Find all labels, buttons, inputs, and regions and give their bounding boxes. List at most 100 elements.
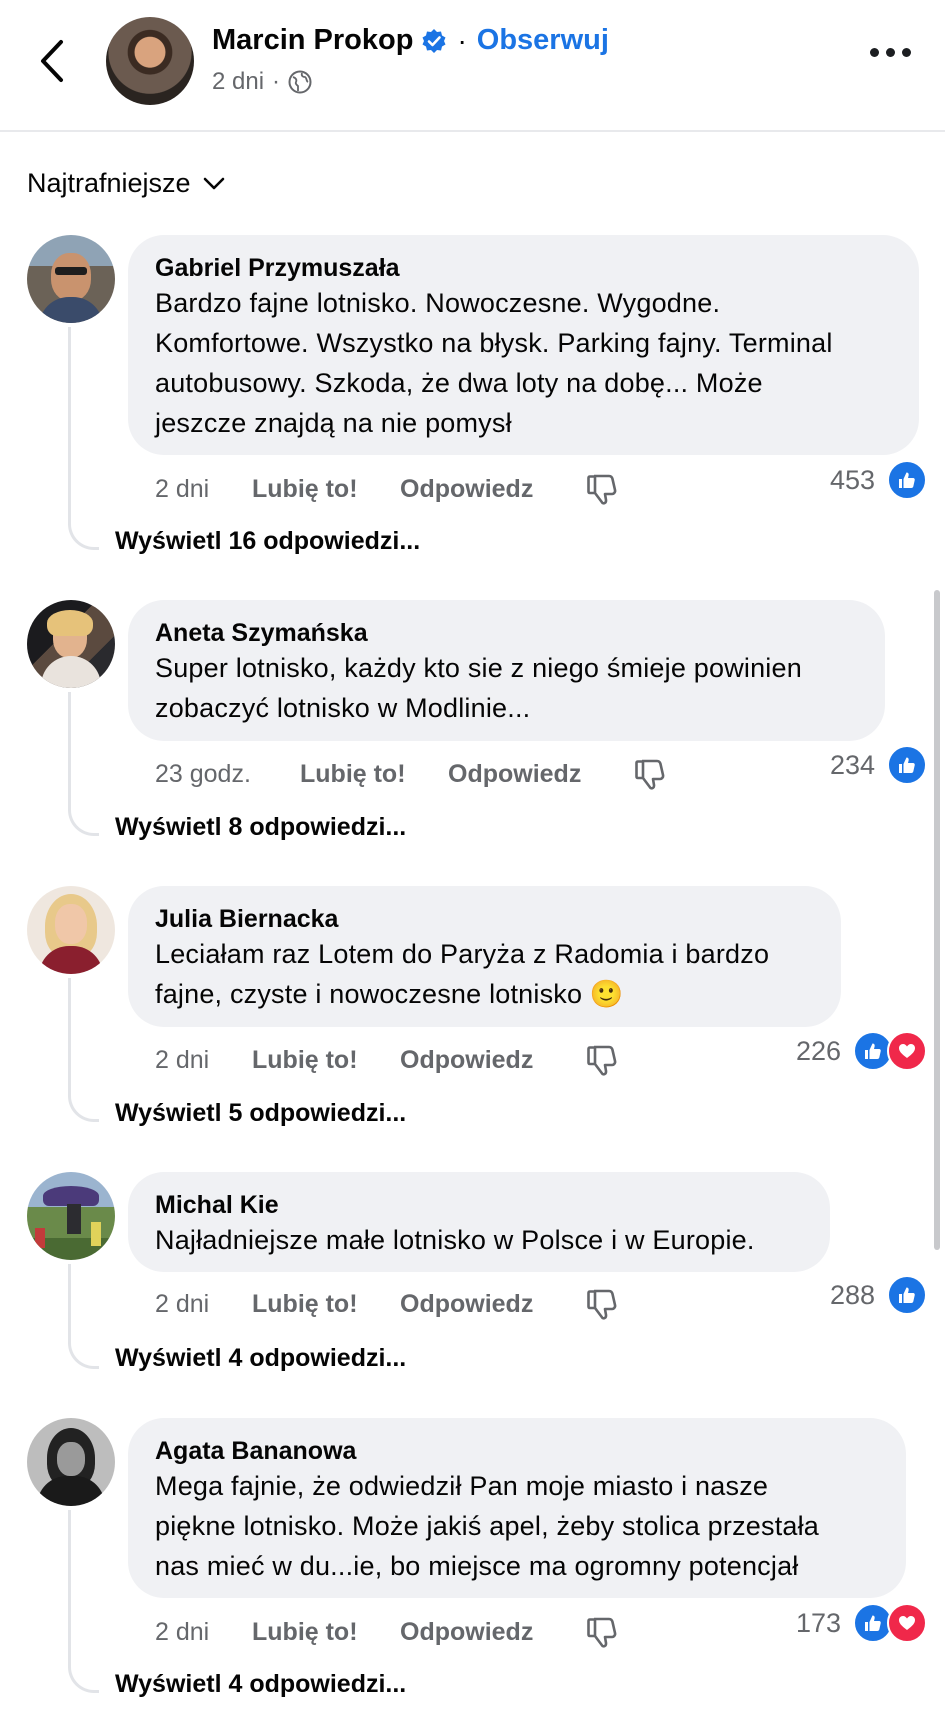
comment-bubble[interactable]: Aneta Szymańska Super lotnisko, każdy kt… xyxy=(128,600,885,741)
comment-sort-dropdown[interactable]: Najtrafniejsze xyxy=(27,168,225,199)
view-replies-link[interactable]: Wyświetl 16 odpowiedzi... xyxy=(115,527,420,556)
thread-line xyxy=(68,978,99,1122)
comment-actions: 23 godz. Lubię to! Odpowiedz xyxy=(155,757,667,791)
more-options-button[interactable] xyxy=(870,48,911,57)
like-button[interactable]: Lubię to! xyxy=(252,1618,400,1647)
verified-badge-icon xyxy=(422,28,446,53)
reply-button[interactable]: Odpowiedz xyxy=(400,1618,585,1647)
more-dot-icon xyxy=(870,48,879,57)
like-icon xyxy=(887,1275,927,1315)
header-separator: · xyxy=(457,24,467,56)
dislike-button[interactable] xyxy=(585,1287,619,1321)
meta-separator: · xyxy=(272,68,281,95)
reaction-icons xyxy=(887,460,927,500)
comment-text-line: Leciałam raz Lotem do Paryża z Radomia i… xyxy=(155,939,770,969)
reaction-icons xyxy=(853,1603,927,1643)
post-header: Marcin Prokop · Obserwuj 2 dni · xyxy=(0,0,945,132)
chevron-down-icon xyxy=(203,177,224,189)
reaction-summary[interactable]: 288 xyxy=(830,1275,927,1315)
thread-line xyxy=(68,1264,99,1369)
commenter-avatar[interactable] xyxy=(27,600,115,688)
thumbs-down-icon xyxy=(587,1617,617,1648)
like-button[interactable]: Lubię to! xyxy=(252,1290,400,1319)
dislike-button[interactable] xyxy=(585,1615,619,1649)
reaction-summary[interactable]: 226 xyxy=(796,1031,927,1071)
comment-author[interactable]: Michal Kie xyxy=(155,1190,803,1220)
dislike-button[interactable] xyxy=(585,472,619,506)
chevron-left-icon xyxy=(41,40,63,82)
reaction-summary[interactable]: 234 xyxy=(830,745,927,785)
comment-text: Bardzo fajne lotnisko. Nowoczesne. Wygod… xyxy=(155,283,892,443)
comment-text: Leciałam raz Lotem do Paryża z Radomia i… xyxy=(155,934,814,1014)
like-icon xyxy=(887,460,927,500)
reply-button[interactable]: Odpowiedz xyxy=(400,1290,585,1319)
reaction-count: 234 xyxy=(829,749,875,780)
reaction-summary[interactable]: 453 xyxy=(830,460,927,500)
comment-time[interactable]: 2 dni xyxy=(155,1046,252,1075)
love-icon xyxy=(887,1031,927,1071)
thumbs-down-icon xyxy=(587,474,617,505)
globe-icon[interactable] xyxy=(288,70,312,94)
thread-line xyxy=(68,327,99,550)
reaction-count: 453 xyxy=(829,464,875,495)
dislike-button[interactable] xyxy=(585,1043,619,1077)
comment-author[interactable]: Aneta Szymańska xyxy=(155,618,858,648)
reaction-summary[interactable]: 173 xyxy=(796,1603,927,1643)
comment-actions: 2 dni Lubię to! Odpowiedz xyxy=(155,1043,619,1077)
comment-bubble[interactable]: Julia Biernacka Leciałam raz Lotem do Pa… xyxy=(128,886,841,1027)
scrollbar[interactable] xyxy=(934,590,940,1250)
comment-text-line: Mega fajnie, że odwiedził Pan moje miast… xyxy=(155,1471,769,1501)
like-button[interactable]: Lubię to! xyxy=(252,1046,400,1075)
view-replies-link[interactable]: Wyświetl 4 odpowiedzi... xyxy=(115,1344,406,1373)
commenter-avatar[interactable] xyxy=(27,886,115,974)
comment-time[interactable]: 2 dni xyxy=(155,475,252,504)
comment-text-line: nas mieć w du...ie, bo miejsce ma ogromn… xyxy=(155,1551,799,1581)
love-icon xyxy=(887,1603,927,1643)
reaction-count: 226 xyxy=(795,1035,841,1066)
reply-button[interactable]: Odpowiedz xyxy=(400,1046,585,1075)
comment-actions: 2 dni Lubię to! Odpowiedz xyxy=(155,472,619,506)
author-avatar[interactable] xyxy=(106,17,194,105)
comment-author[interactable]: Agata Bananowa xyxy=(155,1436,879,1466)
comment-bubble[interactable]: Michal Kie Najładniejsze małe lotnisko w… xyxy=(128,1172,830,1272)
reply-button[interactable]: Odpowiedz xyxy=(448,760,633,789)
comment-author[interactable]: Gabriel Przymuszała xyxy=(155,253,892,283)
reply-button[interactable]: Odpowiedz xyxy=(400,475,585,504)
sort-label: Najtrafniejsze xyxy=(27,168,191,198)
comment-text: Mega fajnie, że odwiedził Pan moje miast… xyxy=(155,1466,879,1586)
like-icon xyxy=(887,745,927,785)
follow-button[interactable]: Obserwuj xyxy=(477,24,609,57)
comment-text-line: piękne lotnisko. Może jakiś apel, żeby s… xyxy=(155,1511,820,1541)
thumbs-down-icon xyxy=(635,759,665,790)
thumbs-down-icon xyxy=(587,1289,617,1320)
commenter-avatar[interactable] xyxy=(27,1172,115,1260)
comment-text-line: autobusowy. Szkoda, że dwa loty na dobę.… xyxy=(155,368,763,398)
comment-bubble[interactable]: Gabriel Przymuszała Bardzo fajne lotnisk… xyxy=(128,235,919,455)
author-row: Marcin Prokop · Obserwuj xyxy=(212,24,609,57)
comment-author[interactable]: Julia Biernacka xyxy=(155,904,814,934)
thumbs-down-icon xyxy=(587,1045,617,1076)
comment-text-line: Najładniejsze małe lotnisko w Polsce i w… xyxy=(155,1225,755,1255)
reaction-count: 173 xyxy=(795,1607,841,1638)
post-meta: 2 dni · xyxy=(212,68,312,96)
comment-time[interactable]: 23 godz. xyxy=(155,760,300,789)
dislike-button[interactable] xyxy=(633,757,667,791)
comment-bubble[interactable]: Agata Bananowa Mega fajnie, że odwiedził… xyxy=(128,1418,906,1598)
like-button[interactable]: Lubię to! xyxy=(252,475,400,504)
reaction-icons xyxy=(887,1275,927,1315)
reaction-icons xyxy=(887,745,927,785)
commenter-avatar[interactable] xyxy=(27,1418,115,1506)
post-time[interactable]: 2 dni xyxy=(212,68,264,96)
comment-time[interactable]: 2 dni xyxy=(155,1290,252,1319)
author-name[interactable]: Marcin Prokop xyxy=(212,24,413,57)
commenter-avatar[interactable] xyxy=(27,235,115,323)
view-replies-link[interactable]: Wyświetl 4 odpowiedzi... xyxy=(115,1670,406,1699)
back-button[interactable] xyxy=(30,36,74,86)
comment-time[interactable]: 2 dni xyxy=(155,1618,252,1647)
comment-text: Najładniejsze małe lotnisko w Polsce i w… xyxy=(155,1220,803,1260)
like-button[interactable]: Lubię to! xyxy=(300,760,448,789)
more-dot-icon xyxy=(902,48,911,57)
view-replies-link[interactable]: Wyświetl 5 odpowiedzi... xyxy=(115,1099,406,1128)
view-replies-link[interactable]: Wyświetl 8 odpowiedzi... xyxy=(115,813,406,842)
comment-text-line: zobaczyć lotnisko w Modlinie... xyxy=(155,693,531,723)
